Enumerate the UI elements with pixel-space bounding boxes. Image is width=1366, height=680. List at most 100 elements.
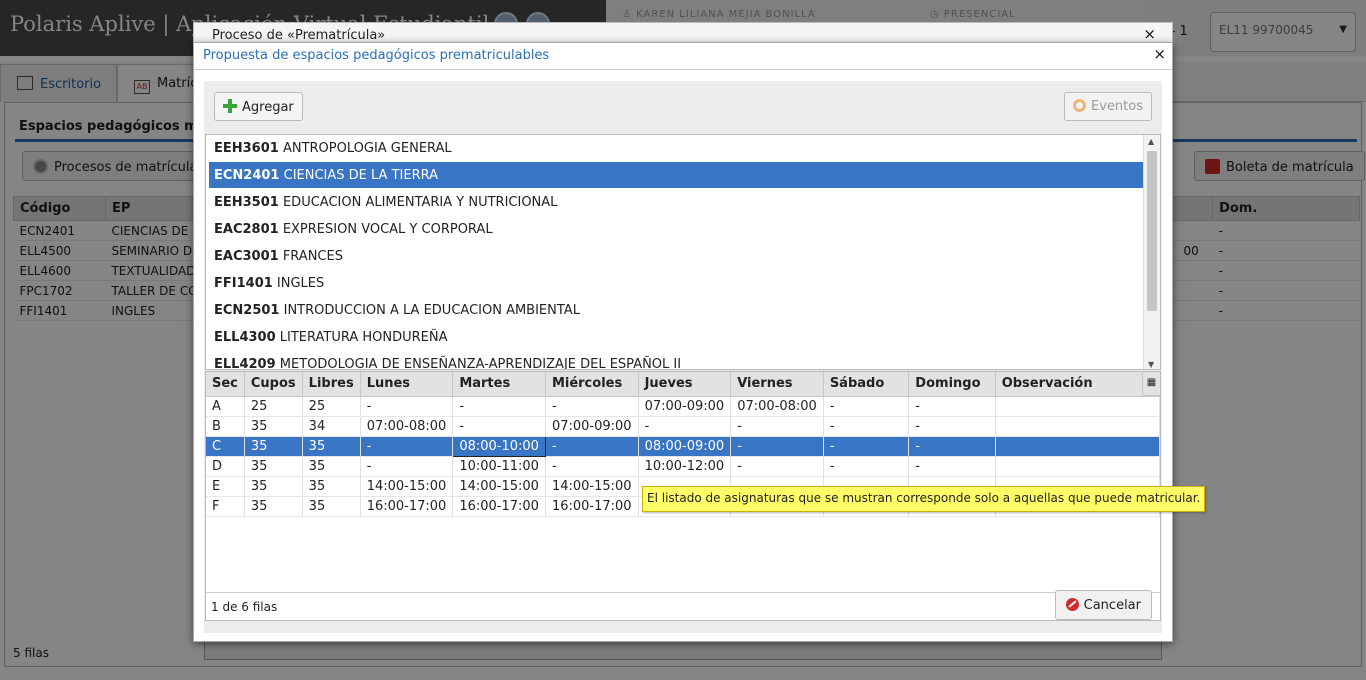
cell-sabado: -	[823, 456, 910, 477]
cell-lunes: 14:00-15:00	[360, 476, 454, 497]
cell-martes: 08:00-10:00	[452, 435, 546, 457]
table-row[interactable]: A 25 25 - - - 07:00-09:00 07:00-08:00 - …	[206, 396, 1161, 417]
cell-sec: D	[206, 456, 245, 477]
subject-name: EDUCACION ALIMENTARIA Y NUTRICIONAL	[282, 195, 558, 210]
scroll-down-icon[interactable]: ▼	[1148, 360, 1154, 369]
divider	[194, 69, 1172, 70]
col-viernes[interactable]: Viernes	[730, 372, 824, 397]
cell-libres: 25	[302, 396, 361, 417]
column-chooser-icon[interactable]: ▦	[1142, 372, 1160, 396]
add-button[interactable]: Agregar	[214, 92, 303, 121]
subject-name: INTRODUCCION A LA EDUCACION AMBIENTAL	[283, 303, 580, 318]
events-button[interactable]: Eventos	[1064, 92, 1152, 121]
cell-observacion	[995, 436, 1161, 457]
cell-domingo: -	[908, 456, 996, 477]
dialog-title: Propuesta de espacios pedagógicos premat…	[203, 48, 550, 63]
cell-miercoles: -	[545, 436, 639, 457]
col-lunes[interactable]: Lunes	[360, 372, 454, 397]
cell-libres: 34	[302, 416, 361, 437]
subject-code: EEH3501	[214, 195, 279, 210]
col-sabado[interactable]: Sábado	[823, 372, 910, 397]
list-item[interactable]: FFI1401 INGLES	[209, 270, 1144, 296]
cell-sec: E	[206, 476, 245, 497]
scrollbar-thumb[interactable]	[1147, 151, 1157, 311]
subject-code: EEH3601	[214, 141, 279, 156]
col-cupos[interactable]: Cupos	[244, 372, 303, 397]
sections-row-count: 1 de 6 filas	[206, 592, 1160, 620]
subject-code: EAC2801	[214, 222, 279, 237]
cell-libres: 35	[302, 456, 361, 477]
cell-lunes: -	[360, 396, 454, 417]
list-item[interactable]: EAC3001 FRANCES	[209, 243, 1144, 269]
cell-sec: F	[206, 496, 245, 517]
cell-cupos: 35	[244, 416, 303, 437]
plus-icon	[223, 99, 237, 113]
col-sec[interactable]: Sec	[206, 372, 245, 397]
cell-miercoles: 16:00-17:00	[545, 496, 639, 517]
close-icon[interactable]: ×	[1143, 25, 1156, 43]
subject-code: FFI1401	[214, 276, 273, 291]
subject-list[interactable]: EEH3601 ANTROPOLOGIA GENERAL ECN2401 CIE…	[205, 134, 1161, 370]
list-item[interactable]: ELL4300 LITERATURA HONDUREÑA	[209, 324, 1144, 350]
cell-cupos: 35	[244, 456, 303, 477]
list-item[interactable]: ECN2401 CIENCIAS DE LA TIERRA	[209, 162, 1144, 188]
subject-code: ECN2401	[214, 168, 280, 183]
cell-sec: A	[206, 396, 245, 417]
cell-sabado: -	[823, 436, 910, 457]
cell-libres: 35	[302, 436, 361, 457]
vertical-scrollbar[interactable]: ▲ ▼	[1143, 135, 1160, 369]
cell-viernes: -	[730, 436, 824, 457]
col-jueves[interactable]: Jueves	[638, 372, 732, 397]
close-icon[interactable]: ×	[1153, 45, 1166, 63]
list-item[interactable]: EEH3501 EDUCACION ALIMENTARIA Y NUTRICIO…	[209, 189, 1144, 215]
scroll-up-icon[interactable]: ▲	[1148, 137, 1154, 146]
col-domingo[interactable]: Domingo	[908, 372, 996, 397]
list-item[interactable]: EAC2801 EXPRESION VOCAL Y CORPORAL	[209, 216, 1144, 242]
cell-lunes: -	[360, 436, 454, 457]
cell-martes: 16:00-17:00	[452, 496, 546, 517]
cancel-button[interactable]: Cancelar	[1054, 590, 1152, 620]
cell-miercoles: 14:00-15:00	[545, 476, 639, 497]
list-item[interactable]: EEH3601 ANTROPOLOGIA GENERAL	[209, 135, 1144, 161]
table-row-selected[interactable]: C 35 35 - 08:00-10:00 - 08:00-09:00 - - …	[206, 435, 1161, 457]
cell-libres: 35	[302, 476, 361, 497]
subject-name: ANTROPOLOGIA GENERAL	[282, 141, 452, 156]
cell-cupos: 25	[244, 396, 303, 417]
cell-libres: 35	[302, 496, 361, 517]
cell-observacion	[995, 456, 1161, 477]
cell-jueves: -	[638, 416, 732, 437]
list-item[interactable]: ELL4209 METODOLOGIA DE ENSEÑANZA-APRENDI…	[209, 351, 1144, 369]
cell-observacion	[995, 396, 1161, 417]
add-button-label: Agregar	[242, 100, 294, 115]
subject-name: LITERATURA HONDUREÑA	[279, 330, 448, 345]
cell-lunes: -	[360, 456, 454, 477]
cell-jueves: 10:00-12:00	[638, 456, 732, 477]
subject-code: ELL4300	[214, 330, 276, 345]
proposal-dialog: Propuesta de espacios pedagógicos premat…	[193, 42, 1173, 642]
cell-sec: C	[206, 436, 245, 457]
table-row[interactable]: D 35 35 - 10:00-11:00 - 10:00-12:00 - - …	[206, 456, 1161, 477]
subject-name: CIENCIAS DE LA TIERRA	[283, 168, 439, 183]
col-miercoles[interactable]: Miércoles	[545, 372, 639, 397]
cell-jueves: 08:00-09:00	[638, 436, 732, 457]
table-row[interactable]: B 35 34 07:00-08:00 - 07:00-09:00 - - - …	[206, 416, 1161, 437]
cancel-icon	[1065, 598, 1079, 611]
list-item[interactable]: ECN2501 INTRODUCCION A LA EDUCACION AMBI…	[209, 297, 1144, 323]
gear-icon	[1073, 99, 1087, 112]
cell-martes: -	[452, 416, 546, 437]
col-observacion[interactable]: Observación	[995, 372, 1161, 397]
col-martes[interactable]: Martes	[452, 372, 546, 397]
subject-code: ECN2501	[214, 303, 280, 318]
subject-name: INGLES	[276, 276, 325, 291]
dialog-body: Agregar Eventos EEH3601 ANTROPOLOGIA GEN…	[204, 81, 1162, 633]
events-button-label: Eventos	[1091, 99, 1143, 114]
subject-name: FRANCES	[282, 249, 343, 264]
cell-jueves: 07:00-09:00	[638, 396, 732, 417]
cell-martes: 10:00-11:00	[452, 456, 546, 477]
subject-code: EAC3001	[214, 249, 279, 264]
cell-miercoles: -	[545, 456, 639, 477]
cell-miercoles: 07:00-09:00	[545, 416, 639, 437]
col-libres[interactable]: Libres	[302, 372, 361, 397]
cell-domingo: -	[908, 396, 996, 417]
cell-viernes: 07:00-08:00	[730, 396, 824, 417]
